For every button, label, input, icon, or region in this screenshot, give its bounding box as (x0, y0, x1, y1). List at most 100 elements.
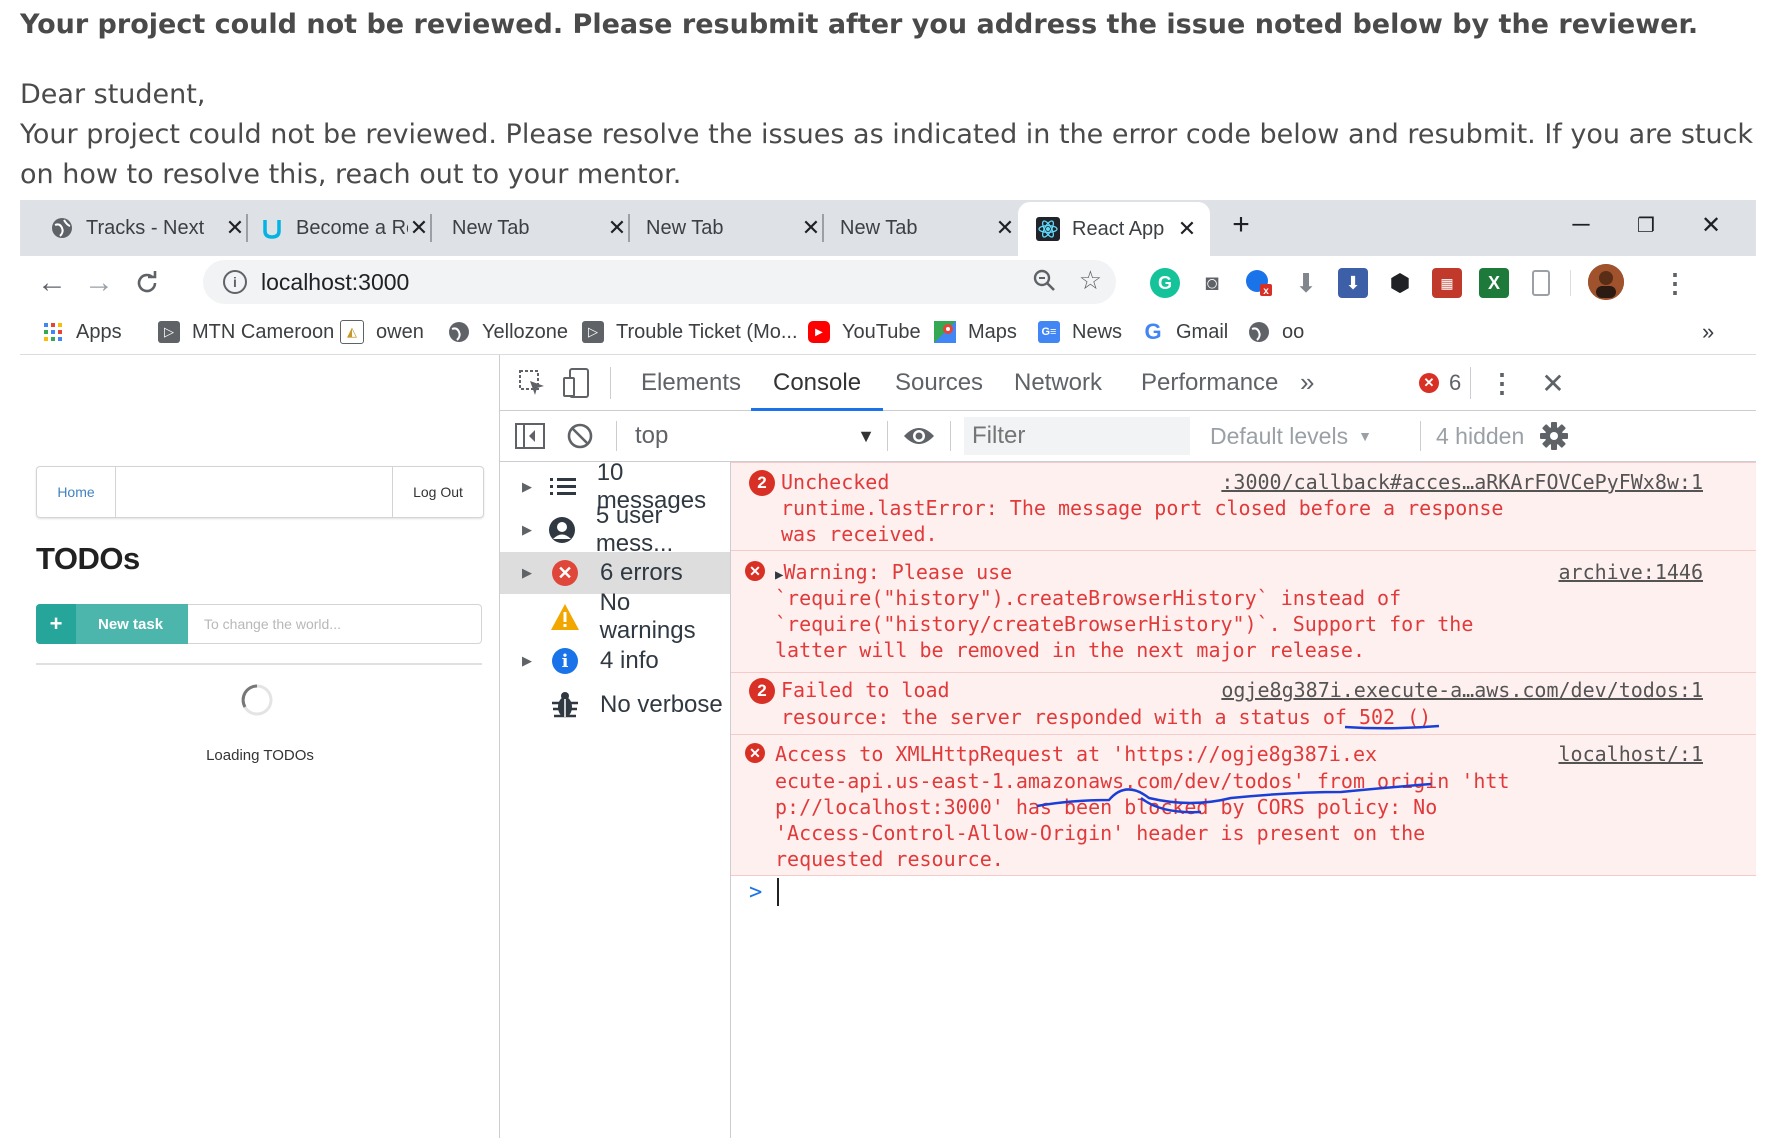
bookmark-youtube[interactable]: ▶ YouTube (808, 318, 921, 346)
more-bookmarks-button[interactable]: » (1702, 318, 1714, 346)
bookmark-apps[interactable]: Apps (42, 318, 122, 346)
grammarly-icon[interactable]: G (1150, 268, 1180, 298)
sidebar-item-verbose[interactable]: No verbose (500, 684, 730, 726)
new-task-input[interactable]: To change the world... (188, 604, 482, 644)
expand-arrow-icon[interactable]: ▶ (522, 479, 541, 495)
console-input[interactable] (777, 878, 779, 906)
bookmark-trouble-ticket[interactable]: ▷ Trouble Ticket (Mo... (582, 318, 798, 346)
bookmark-oo[interactable]: oo (1248, 318, 1304, 346)
tab-performance[interactable]: Performance (1141, 355, 1278, 410)
sidebar-item-info[interactable]: ▶ i 4 info (500, 640, 730, 682)
bookmark-maps[interactable]: Maps (934, 318, 1017, 346)
sidebar-item-label: No warnings (599, 589, 696, 644)
close-icon[interactable]: ✕ (1176, 216, 1198, 242)
expand-arrow-icon[interactable]: ▶ (522, 522, 540, 538)
pattern-extension-icon[interactable]: ▦ (1432, 268, 1462, 298)
close-icon[interactable]: ✕ (408, 215, 430, 241)
clear-console-icon[interactable] (562, 418, 598, 454)
save-extension-icon[interactable]: ⬇ (1338, 268, 1368, 298)
reload-icon[interactable] (128, 264, 166, 302)
sidebar-item-warnings[interactable]: No warnings (500, 589, 730, 644)
sidebar-toggle-icon[interactable] (512, 418, 548, 454)
new-task-button[interactable]: + New task (36, 604, 188, 644)
bookmark-yellozone[interactable]: Yellozone (448, 318, 568, 346)
logout-button[interactable]: Log Out (392, 467, 483, 517)
device-toolbar-icon[interactable] (558, 365, 594, 401)
browser-tab[interactable]: New Tab ✕ (840, 202, 1016, 254)
extension-error-icon[interactable]: x (1244, 268, 1274, 298)
close-icon[interactable]: ✕ (994, 215, 1016, 241)
sidebar-item-errors[interactable]: ▶ ✕ 6 errors (500, 552, 730, 594)
image-icon: ◭ (340, 320, 364, 344)
context-select[interactable]: top ▼ (635, 417, 875, 455)
tab-elements[interactable]: Elements (641, 355, 741, 410)
home-link[interactable]: Home (37, 467, 116, 517)
message-text: latter will be removed in the next major… (775, 638, 1366, 662)
menu-icon[interactable]: ⋮ (1660, 268, 1690, 298)
tab-console[interactable]: Console (750, 355, 884, 411)
bookmark-owen[interactable]: ◭ owen (340, 318, 424, 346)
close-icon[interactable]: ✕ (606, 215, 628, 241)
browser-tab[interactable]: Become a Re ✕ (260, 202, 432, 254)
play-icon: ▷ (158, 321, 180, 343)
browser-tab[interactable]: Tracks - Next ✕ (50, 202, 248, 254)
restore-icon[interactable]: ❐ (1617, 200, 1675, 250)
source-link[interactable]: ogje8g387i.execute-a…aws.com/dev/todos:1 (1221, 677, 1703, 703)
bookmark-news[interactable]: G≡ News (1038, 318, 1122, 346)
sidebar-item-label: 4 info (600, 647, 659, 674)
inspect-icon[interactable] (514, 365, 550, 401)
bookmark-mtn[interactable]: ▷ MTN Cameroon (158, 318, 334, 346)
expand-arrow-icon[interactable]: ▶ (522, 653, 542, 669)
back-icon[interactable]: ← (33, 264, 71, 302)
dropdown-arrow-icon: ▼ (1358, 428, 1372, 444)
devtools-close-icon[interactable]: ✕ (1535, 365, 1571, 401)
address-bar[interactable]: i localhost:3000 ☆ (203, 260, 1116, 304)
message-text: `require("history/createBrowserHistory")… (775, 612, 1474, 636)
review-greeting: Dear student, (20, 79, 206, 110)
zoom-icon[interactable] (1032, 268, 1058, 299)
minimize-icon[interactable]: ─ (1552, 200, 1610, 250)
close-icon[interactable]: ✕ (800, 215, 822, 241)
message-text: was received. (781, 522, 938, 546)
sidebar-item-user-messages[interactable]: ▶ 5 user mess... (500, 502, 730, 557)
source-link[interactable]: localhost/:1 (1559, 741, 1704, 767)
info-icon[interactable]: i (223, 270, 247, 294)
more-tabs-button[interactable]: » (1300, 355, 1314, 410)
avatar[interactable] (1588, 264, 1624, 300)
source-link[interactable]: :3000/callback#acces…aRKArFOVCePyFWx8w:1 (1221, 469, 1703, 495)
console-prompt: > (749, 880, 763, 905)
new-tab-button[interactable]: + (1212, 200, 1270, 250)
phone-icon[interactable] (1526, 268, 1556, 298)
x-extension-icon[interactable]: X (1479, 268, 1509, 298)
window-close-icon[interactable]: ✕ (1682, 200, 1740, 250)
globe-icon (50, 216, 74, 240)
tab-network[interactable]: Network (1014, 355, 1102, 410)
source-link[interactable]: archive:1446 (1559, 559, 1704, 585)
divider (36, 663, 482, 665)
filter-input[interactable]: Filter (964, 417, 1190, 455)
cube-icon[interactable]: ⬢ (1385, 268, 1415, 298)
close-icon[interactable]: ✕ (224, 215, 246, 241)
eye-icon[interactable] (901, 418, 937, 454)
bookmark-gmail[interactable]: G Gmail (1142, 318, 1228, 346)
bookmark-label: YouTube (842, 320, 921, 343)
download-icon[interactable]: ⬇ (1291, 268, 1321, 298)
new-task-form: + New task To change the world... (36, 604, 482, 644)
news-icon: G≡ (1038, 321, 1060, 343)
repeat-count-badge: 2 (749, 470, 775, 496)
star-icon[interactable]: ☆ (1079, 265, 1102, 296)
browser-tab[interactable]: New Tab ✕ (646, 202, 824, 254)
info-icon: i (552, 648, 578, 674)
devtools-menu-icon[interactable]: ⋮ (1484, 365, 1520, 401)
tab-sources[interactable]: Sources (895, 355, 983, 410)
bug-icon (550, 690, 580, 720)
camera-icon[interactable]: ◙ (1197, 268, 1227, 298)
browser-tab[interactable]: New Tab ✕ (452, 202, 630, 254)
log-levels-select[interactable]: Default levels ▼ (1210, 417, 1372, 455)
expand-arrow-icon[interactable]: ▶ (522, 565, 542, 581)
youtube-icon: ▶ (808, 321, 830, 343)
error-counter[interactable]: ✕ 6 (1419, 365, 1461, 401)
browser-tab-active[interactable]: React App ✕ (1018, 202, 1210, 256)
gear-icon[interactable] (1536, 418, 1572, 454)
forward-icon[interactable]: → (80, 264, 118, 302)
